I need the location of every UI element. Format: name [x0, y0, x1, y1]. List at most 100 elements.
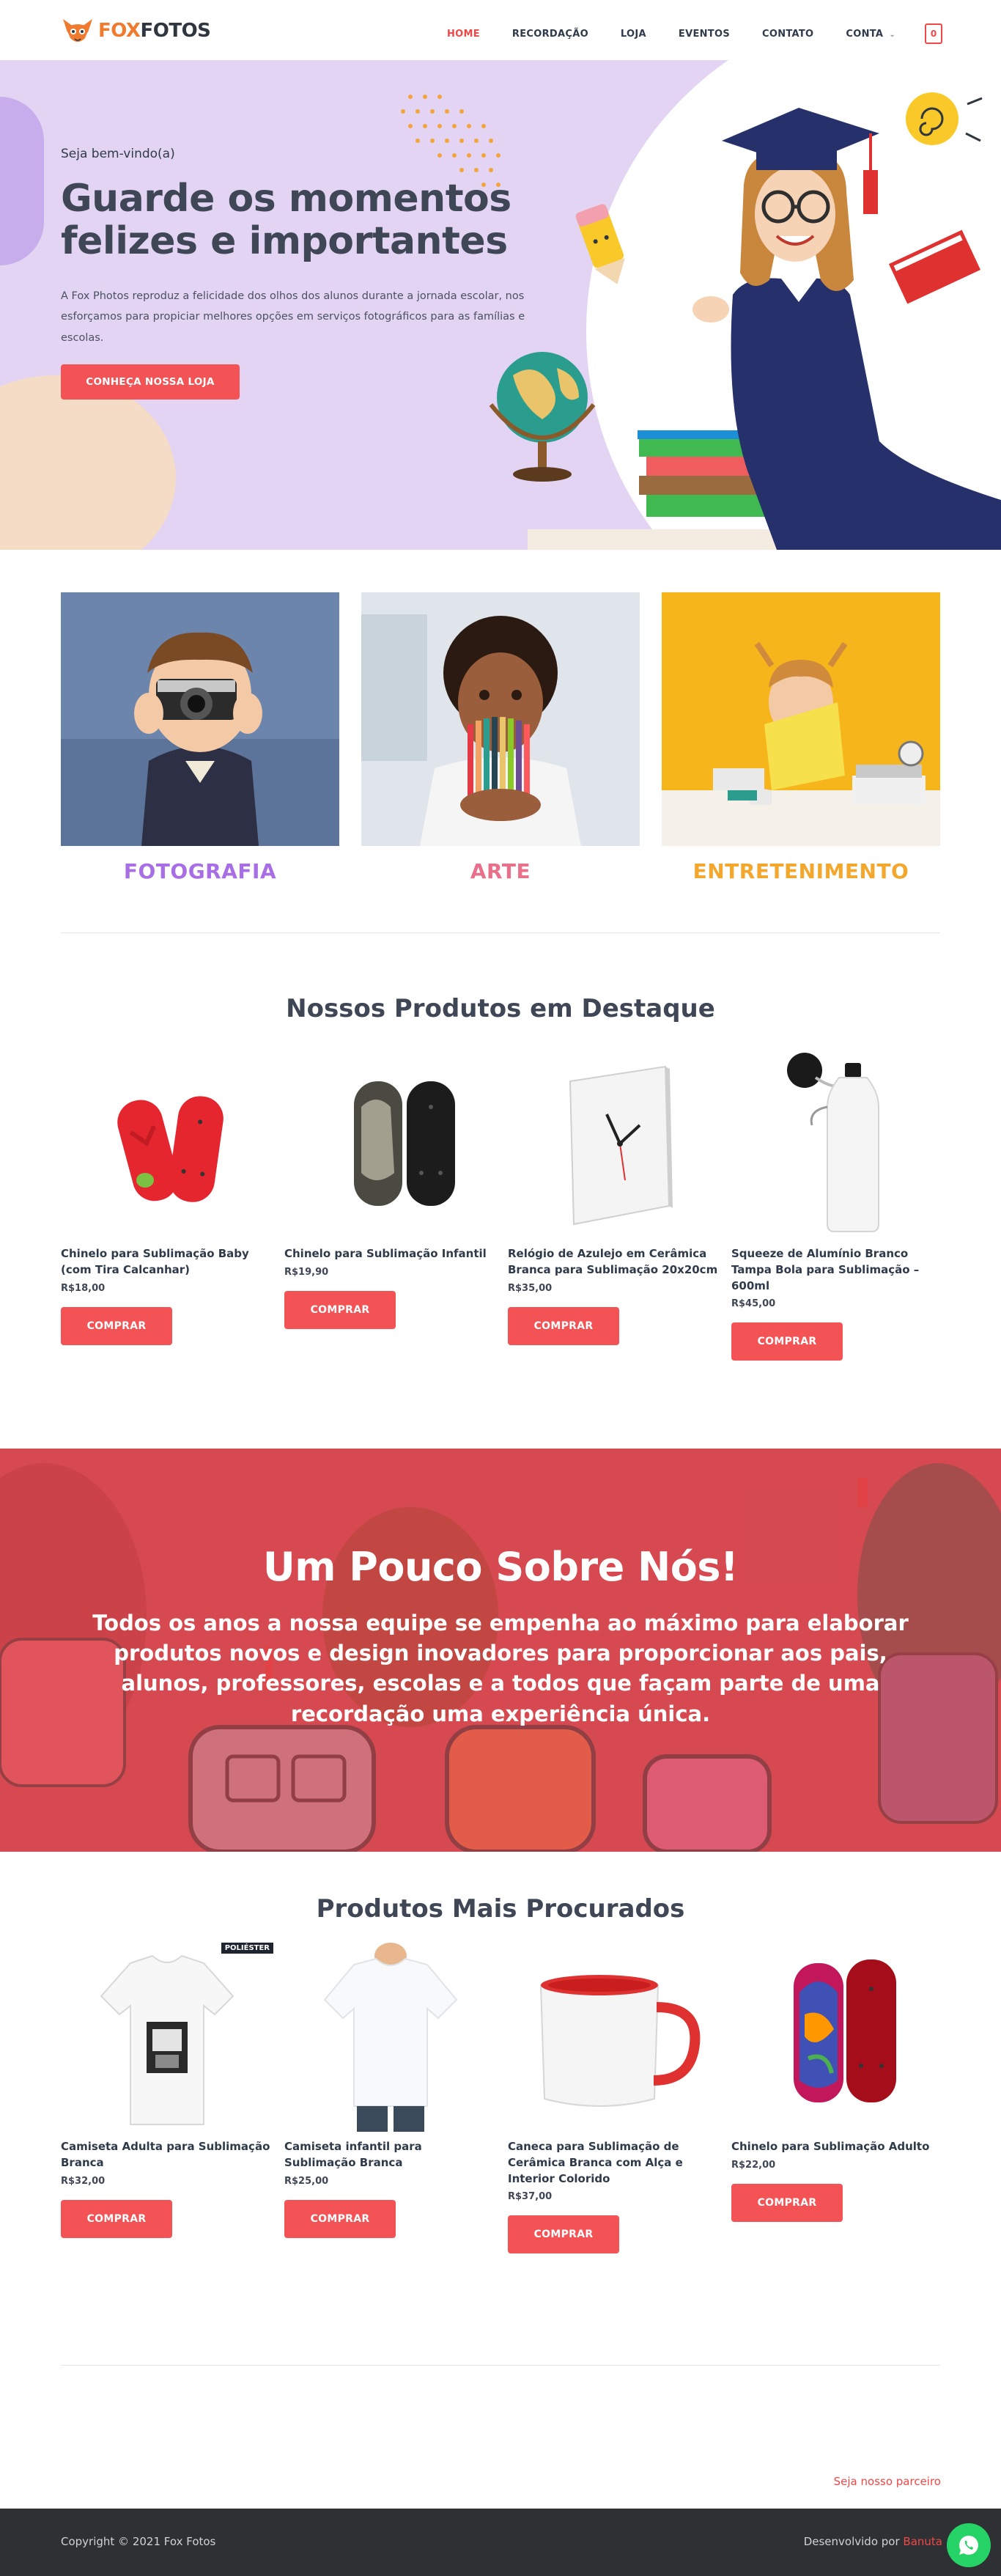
product-price: R$18,00: [61, 1282, 106, 1294]
hero-description: A Fox Photos reproduz a felicidade dos o…: [61, 290, 525, 344]
chevron-down-icon: ⌄: [889, 30, 895, 39]
nav-contato[interactable]: CONTATO: [762, 29, 813, 40]
category-image-entretenimento: [662, 592, 940, 846]
buy-button[interactable]: COMPRAR: [731, 2183, 843, 2222]
hero-greeting: Seja bem-vindo(a): [61, 147, 175, 161]
developer-prefix: Desenvolvido por: [803, 2535, 900, 2548]
pencil-icon: [575, 204, 625, 284]
hero-peach-blob: [0, 375, 176, 550]
product-image[interactable]: [61, 1048, 273, 1239]
nav-recordacao[interactable]: RECORDAÇÃO: [512, 29, 588, 40]
product-card: Chinelo para Sublimação Baby (com Tira C…: [61, 1048, 273, 1345]
product-card: Caneca para Sublimação de Cerâmica Branc…: [508, 1941, 720, 2254]
nav-conta[interactable]: CONTA ⌄: [846, 29, 895, 40]
flip-flop-image: [117, 1096, 224, 1202]
category-label-arte: ARTE: [470, 859, 531, 883]
product-image[interactable]: [284, 1941, 497, 2132]
hero-banner: Seja bem-vindo(a) Guarde os momentos fel…: [0, 60, 1001, 550]
about-section: Um Pouco Sobre Nós! Todos os anos a noss…: [0, 1449, 1001, 1852]
product-price: R$22,00: [731, 2159, 776, 2171]
whatsapp-icon: [958, 2536, 978, 2555]
product-image[interactable]: [284, 1048, 497, 1239]
logo[interactable]: FOXFOTOS: [60, 16, 211, 45]
section-divider: [61, 2365, 940, 2366]
buy-button[interactable]: COMPRAR: [61, 2199, 172, 2238]
product-name[interactable]: Chinelo para Sublimação Baby (com Tira C…: [61, 1246, 273, 1278]
category-label-entretenimento: ENTRETENIMENTO: [692, 859, 909, 883]
nav-conta-label: CONTA: [846, 28, 884, 40]
partner-link[interactable]: Seja nosso parceiro: [834, 2475, 941, 2488]
about-title: Um Pouco Sobre Nós!: [262, 1544, 739, 1590]
buy-button[interactable]: COMPRAR: [731, 1322, 843, 1361]
product-name[interactable]: Relógio de Azulejo em Cerâmica Branca pa…: [508, 1246, 720, 1278]
hero-title: Guarde os momentos felizes e importantes: [61, 177, 511, 264]
product-price: R$25,00: [284, 2175, 329, 2187]
mug-image: [539, 1975, 701, 2107]
sun-icon: [906, 92, 983, 145]
site-header: FOXFOTOS HOME RECORDAÇÃO LOJA EVENTOS CO…: [0, 0, 1001, 60]
copyright-text: Copyright © 2021 Fox Fotos: [61, 2535, 216, 2548]
product-image[interactable]: [731, 1941, 944, 2132]
category-label-fotografia: FOTOGRAFIA: [123, 859, 277, 883]
product-price: R$19,90: [284, 1266, 329, 1278]
hero-purple-blob: [0, 97, 44, 265]
category-image-arte: [361, 592, 640, 846]
product-price: R$45,00: [731, 1298, 776, 1310]
developer-credit: Desenvolvido por Banuta: [804, 2535, 942, 2548]
fox-logo-icon: [63, 19, 92, 42]
nav-home[interactable]: HOME: [447, 29, 480, 40]
product-image[interactable]: [508, 1048, 720, 1239]
product-name[interactable]: Chinelo para Sublimação Infantil: [284, 1246, 497, 1262]
product-card: POLIÉSTER Camiseta Adulta para Sublimaçã…: [61, 1941, 273, 2238]
category-image-fotografia: [61, 592, 339, 846]
tshirt-image: [100, 1954, 234, 2125]
category-arte[interactable]: ARTE: [361, 592, 640, 883]
water-bottle-image: [787, 1053, 879, 1232]
buy-button[interactable]: COMPRAR: [508, 1306, 619, 1345]
product-card: Chinelo para Sublimação Adulto R$22,00 C…: [731, 1941, 944, 2222]
product-name[interactable]: Squeeze de Alumínio Branco Tampa Bola pa…: [731, 1246, 944, 1294]
product-card: Squeeze de Alumínio Branco Tampa Bola pa…: [731, 1048, 944, 1361]
section-divider: [61, 932, 940, 933]
product-name[interactable]: Camiseta infantil para Sublimação Branca: [284, 2139, 497, 2171]
product-price: R$37,00: [508, 2191, 553, 2203]
logo-text-fotos: FOTOS: [140, 20, 211, 42]
product-price: R$32,00: [61, 2175, 106, 2187]
buy-button[interactable]: COMPRAR: [284, 1290, 396, 1329]
popular-title: Produtos Mais Procurados: [316, 1894, 685, 1924]
hero-graduate-illustration: [489, 92, 1001, 550]
logo-text: FOXFOTOS: [98, 20, 211, 42]
nav-eventos[interactable]: EVENTOS: [679, 29, 730, 40]
logo-text-fox: FOX: [98, 20, 141, 42]
shop-button[interactable]: CONHEÇA NOSSA LOJA: [61, 364, 240, 400]
product-image[interactable]: [731, 1048, 944, 1239]
category-fotografia[interactable]: FOTOGRAFIA: [61, 592, 339, 883]
nav-loja[interactable]: LOJA: [621, 29, 646, 40]
site-footer: Copyright © 2021 Fox Fotos Desenvolvido …: [0, 2509, 1001, 2576]
product-price: R$35,00: [508, 1282, 553, 1294]
clock-tile-image: [569, 1065, 673, 1226]
product-image[interactable]: POLIÉSTER: [61, 1941, 273, 2132]
product-card: Chinelo para Sublimação Infantil R$19,90…: [284, 1048, 497, 1329]
buy-button[interactable]: COMPRAR: [284, 2199, 396, 2238]
whatsapp-button[interactable]: [947, 2523, 991, 2567]
buy-button[interactable]: COMPRAR: [61, 1306, 172, 1345]
globe-icon: [489, 352, 596, 482]
product-card: Relógio de Azulejo em Cerâmica Branca pa…: [508, 1048, 720, 1345]
category-entretenimento[interactable]: ENTRETENIMENTO: [662, 592, 940, 883]
about-text: Todos os anos a nossa equipe se empenha …: [92, 1611, 909, 1726]
polyester-badge: POLIÉSTER: [221, 1943, 273, 1954]
main-nav: HOME RECORDAÇÃO LOJA EVENTOS CONTATO CON…: [415, 23, 942, 44]
featured-title: Nossos Produtos em Destaque: [286, 994, 715, 1023]
product-name[interactable]: Chinelo para Sublimação Adulto: [731, 2139, 944, 2155]
developer-link[interactable]: Banuta: [903, 2535, 942, 2548]
cart-icon[interactable]: 0: [925, 23, 942, 44]
buy-button[interactable]: COMPRAR: [508, 2215, 619, 2254]
flip-flop-adult-image: [794, 1959, 896, 2102]
product-card: Camiseta infantil para Sublimação Branca…: [284, 1941, 497, 2238]
product-name[interactable]: Caneca para Sublimação de Cerâmica Branc…: [508, 2139, 720, 2187]
tshirt-kid-image: [323, 1943, 458, 2132]
product-name[interactable]: Camiseta Adulta para Sublimação Branca: [61, 2139, 273, 2171]
product-image[interactable]: [508, 1941, 720, 2132]
flip-flop-image: [354, 1081, 455, 1206]
